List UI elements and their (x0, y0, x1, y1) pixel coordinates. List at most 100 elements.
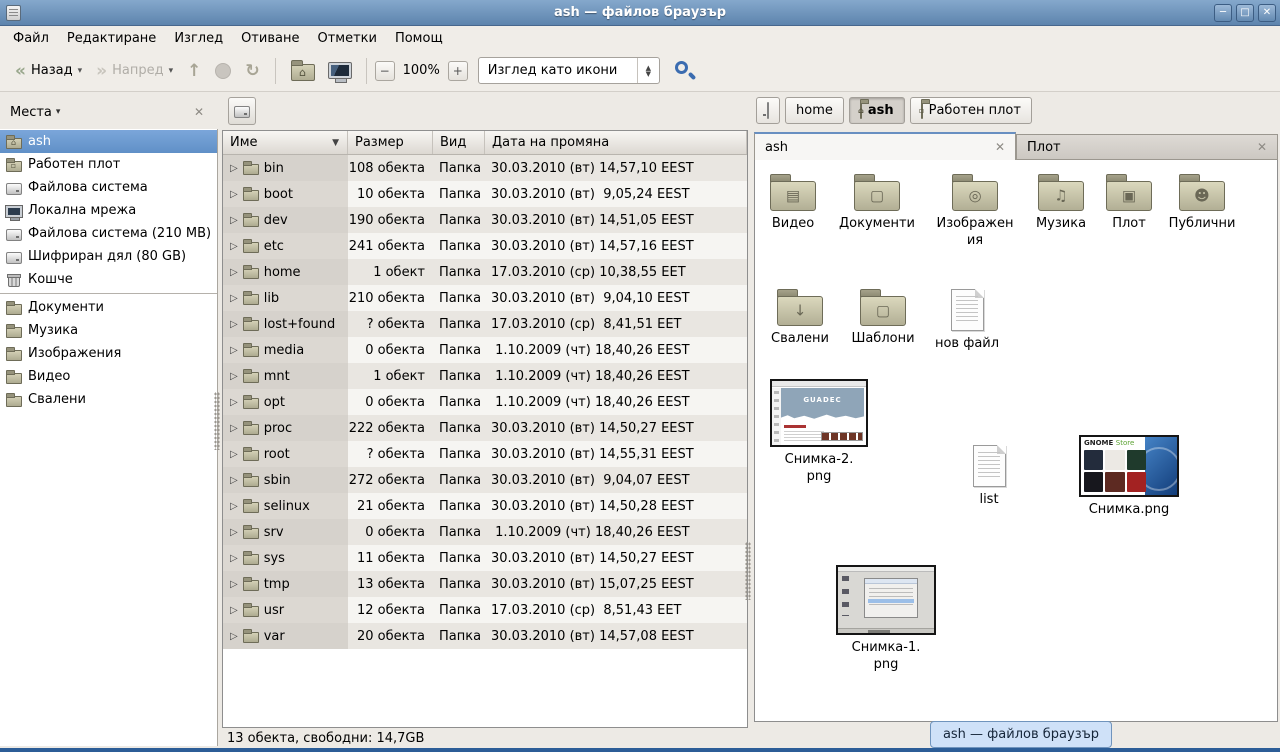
pathbar-button[interactable]: home (785, 97, 844, 124)
cell-name[interactable]: ▷ dev (223, 207, 348, 233)
maximize-button[interactable]: □ (1236, 4, 1254, 22)
table-row[interactable]: ▷ proc 222 обекта Папка 30.03.2010 (вт) … (223, 415, 747, 441)
zoom-in-button[interactable]: + (448, 61, 468, 81)
sidebar-item[interactable]: Изображения (0, 342, 217, 365)
cell-name[interactable]: ▷ srv (223, 519, 348, 545)
sidebar-item[interactable]: Работен плот (0, 153, 217, 176)
pathbar-button[interactable]: ash (849, 97, 905, 124)
menu-item[interactable]: Отиване (232, 28, 308, 49)
icon-view-item[interactable]: GUADEC Снимка-2. png (764, 379, 874, 485)
zoom-out-button[interactable]: − (375, 61, 395, 81)
expander-icon[interactable]: ▷ (230, 397, 238, 408)
tab[interactable]: ash ✕ (754, 132, 1016, 160)
table-row[interactable]: ▷ mnt 1 обект Папка 1.10.2009 (чт) 18,40… (223, 363, 747, 389)
sidebar-item[interactable]: Шифриран дял (80 GB) (0, 245, 217, 268)
column-header-type[interactable]: Вид (433, 131, 485, 154)
menu-item[interactable]: Отметки (308, 28, 385, 49)
sidebar-item[interactable]: Файлова система (0, 176, 217, 199)
expander-icon[interactable]: ▷ (230, 579, 238, 590)
cell-name[interactable]: ▷ usr (223, 597, 348, 623)
column-header-size[interactable]: Размер (348, 131, 433, 154)
cell-name[interactable]: ▷ bin (223, 155, 348, 181)
table-row[interactable]: ▷ lost+found ? обекта Папка 17.03.2010 (… (223, 311, 747, 337)
cell-name[interactable]: ▷ sys (223, 545, 348, 571)
expander-icon[interactable]: ▷ (230, 475, 238, 486)
table-row[interactable]: ▷ dev 190 обекта Папка 30.03.2010 (вт) 1… (223, 207, 747, 233)
cell-name[interactable]: ▷ tmp (223, 571, 348, 597)
cell-name[interactable]: ▷ lost+found (223, 311, 348, 337)
table-row[interactable]: ▷ root ? обекта Папка 30.03.2010 (вт) 14… (223, 441, 747, 467)
expander-icon[interactable]: ▷ (230, 449, 238, 460)
table-row[interactable]: ▷ var 20 обекта Папка 30.03.2010 (вт) 14… (223, 623, 747, 649)
icon-view-item[interactable]: нов файл (912, 287, 1022, 352)
menu-item[interactable]: Файл (4, 28, 58, 49)
sidebar-item[interactable]: Свалени (0, 388, 217, 411)
expander-icon[interactable]: ▷ (230, 371, 238, 382)
sidebar-item[interactable]: Кошче (0, 268, 217, 291)
menu-item[interactable]: Помощ (386, 28, 452, 49)
sidebar-item[interactable]: Файлова система (210 MB) (0, 222, 217, 245)
table-row[interactable]: ▷ selinux 21 обекта Папка 30.03.2010 (вт… (223, 493, 747, 519)
minimize-button[interactable]: ─ (1214, 4, 1232, 22)
menu-item[interactable]: Редактиране (58, 28, 165, 49)
computer-button[interactable] (322, 58, 358, 83)
expander-icon[interactable]: ▷ (230, 345, 238, 356)
expander-icon[interactable]: ▷ (230, 293, 238, 304)
sidebar-item[interactable]: Локална мрежа (0, 199, 217, 222)
icon-view-item[interactable]: Публични (1147, 172, 1257, 232)
close-button[interactable]: ✕ (1258, 4, 1276, 22)
expander-icon[interactable]: ▷ (230, 423, 238, 434)
table-row[interactable]: ▷ sys 11 обекта Папка 30.03.2010 (вт) 14… (223, 545, 747, 571)
cell-name[interactable]: ▷ proc (223, 415, 348, 441)
back-dropdown-icon[interactable]: ▾ (78, 66, 83, 76)
tab[interactable]: Плот ✕ (1016, 134, 1278, 160)
icon-view[interactable]: Видео Документи Изображен ия Музика Плот… (754, 160, 1278, 722)
expander-icon[interactable]: ▷ (230, 241, 238, 252)
cell-name[interactable]: ▷ opt (223, 389, 348, 415)
sidebar-title[interactable]: Места (10, 105, 52, 120)
expander-icon[interactable]: ▷ (230, 631, 238, 642)
cell-name[interactable]: ▷ root (223, 441, 348, 467)
cell-name[interactable]: ▷ home (223, 259, 348, 285)
cell-name[interactable]: ▷ media (223, 337, 348, 363)
tab-close-icon[interactable]: ✕ (995, 140, 1005, 154)
pane-resize-grip[interactable] (745, 542, 751, 600)
expander-icon[interactable]: ▷ (230, 163, 238, 174)
table-row[interactable]: ▷ sbin 272 обекта Папка 30.03.2010 (вт) … (223, 467, 747, 493)
forward-button[interactable]: » Напред ▾ (89, 58, 180, 83)
sidebar-item[interactable]: Видео (0, 365, 217, 388)
table-row[interactable]: ▷ boot 10 обекта Папка 30.03.2010 (вт) 9… (223, 181, 747, 207)
sidebar-item[interactable]: Музика (0, 319, 217, 342)
icon-view-item[interactable]: list (934, 443, 1044, 508)
cell-name[interactable]: ▷ boot (223, 181, 348, 207)
cell-name[interactable]: ▷ sbin (223, 467, 348, 493)
icon-view-item[interactable]: GNOME Store Снимка.png (1074, 435, 1184, 518)
table-row[interactable]: ▷ home 1 обект Папка 17.03.2010 (ср) 10,… (223, 259, 747, 285)
pathbar-button[interactable]: Работен плот (910, 97, 1032, 124)
expander-icon[interactable]: ▷ (230, 605, 238, 616)
table-row[interactable]: ▷ opt 0 обекта Папка 1.10.2009 (чт) 18,4… (223, 389, 747, 415)
cell-name[interactable]: ▷ lib (223, 285, 348, 311)
sidebar-item[interactable]: Документи (0, 296, 217, 319)
stop-button[interactable] (208, 58, 238, 84)
tab-close-icon[interactable]: ✕ (1257, 140, 1267, 154)
expander-icon[interactable]: ▷ (230, 319, 238, 330)
sidebar-item[interactable]: ash (0, 130, 217, 153)
home-button[interactable] (284, 55, 322, 86)
filesystem-root-button[interactable] (228, 97, 256, 125)
column-header-name[interactable]: Име ▼ (223, 131, 348, 154)
cell-name[interactable]: ▷ mnt (223, 363, 348, 389)
search-button[interactable] (674, 60, 696, 82)
back-button[interactable]: « Назад ▾ (8, 58, 89, 83)
expander-icon[interactable]: ▷ (230, 189, 238, 200)
table-row[interactable]: ▷ usr 12 обекта Папка 17.03.2010 (ср) 8,… (223, 597, 747, 623)
cell-name[interactable]: ▷ etc (223, 233, 348, 259)
up-button[interactable]: ↑ (180, 59, 208, 83)
cell-name[interactable]: ▷ selinux (223, 493, 348, 519)
reload-button[interactable]: ↻ (238, 59, 266, 83)
expander-icon[interactable]: ▷ (230, 553, 238, 564)
menu-item[interactable]: Изглед (165, 28, 232, 49)
expander-icon[interactable]: ▷ (230, 527, 238, 538)
table-row[interactable]: ▷ srv 0 обекта Папка 1.10.2009 (чт) 18,4… (223, 519, 747, 545)
table-row[interactable]: ▷ tmp 13 обекта Папка 30.03.2010 (вт) 15… (223, 571, 747, 597)
